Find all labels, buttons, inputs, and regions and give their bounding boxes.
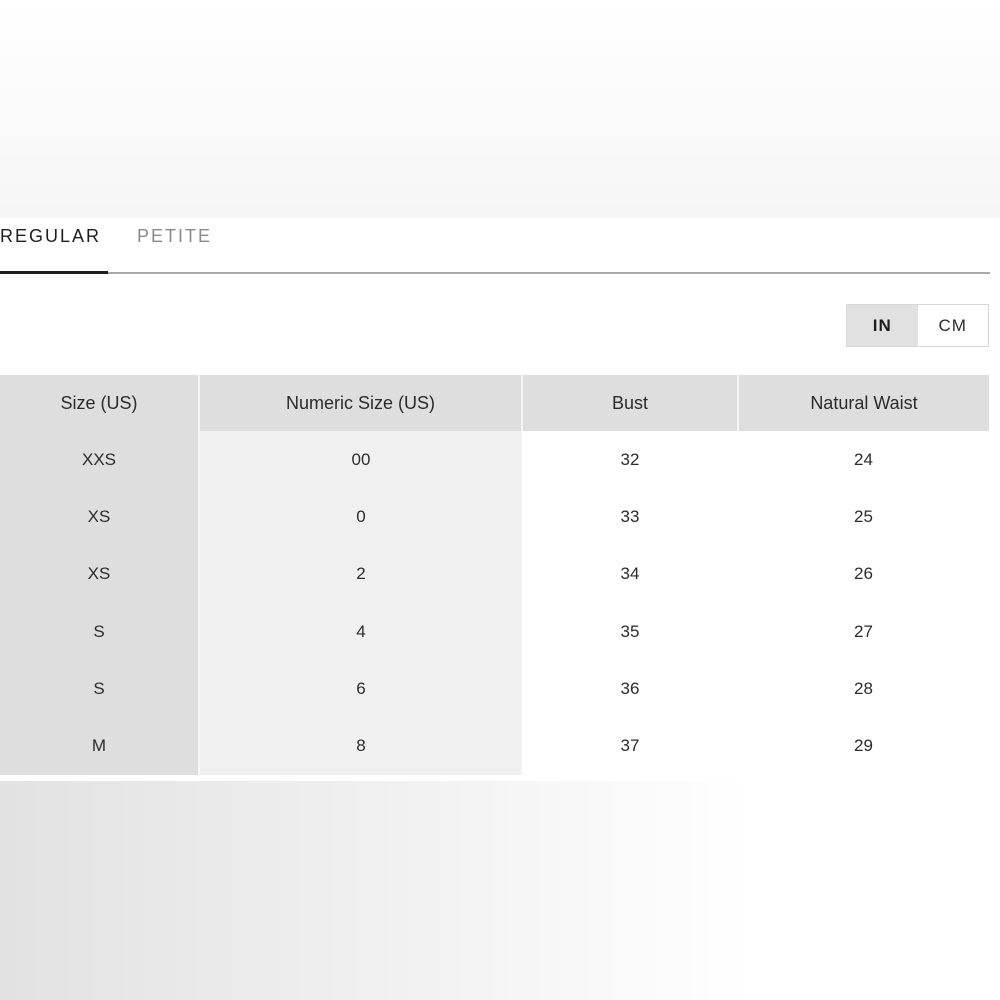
cell-numeric-size: 4: [198, 602, 522, 661]
bottom-backdrop: [0, 781, 1000, 1000]
cell-numeric-size: 6: [198, 660, 522, 718]
header-size-us: Size (US): [0, 375, 199, 431]
cell-natural-waist: 27: [738, 602, 989, 661]
cell-numeric-size: 00: [198, 431, 522, 489]
header-numeric-size-us: Numeric Size (US): [198, 375, 522, 431]
cell-natural-waist: 26: [738, 545, 989, 603]
cell-numeric-size: 8: [198, 717, 522, 775]
table-header-row: Size (US) Numeric Size (US) Bust Natural…: [0, 375, 989, 431]
cell-bust: 36: [522, 660, 738, 718]
size-category-tabs: REGULAR PETITE: [0, 218, 990, 274]
table-row: S 6 36 28: [0, 660, 989, 718]
cell-size: S: [0, 602, 199, 661]
unit-toggle: IN CM: [846, 304, 989, 347]
cell-numeric-size: 2: [198, 545, 522, 603]
header-natural-waist: Natural Waist: [737, 375, 989, 431]
cell-natural-waist: 28: [738, 660, 989, 718]
cell-numeric-size: 0: [198, 488, 522, 546]
top-backdrop: [0, 0, 1000, 218]
cell-natural-waist: 24: [738, 431, 989, 489]
tab-petite[interactable]: PETITE: [137, 218, 212, 274]
table-row: XS 0 33 25: [0, 488, 989, 546]
unit-in-button[interactable]: IN: [847, 305, 918, 346]
table-row: XXS 00 32 24: [0, 431, 989, 489]
cell-bust: 34: [522, 545, 738, 603]
cell-size: XS: [0, 488, 199, 546]
header-bust: Bust: [521, 375, 738, 431]
tab-regular[interactable]: REGULAR: [0, 218, 108, 274]
cell-size: S: [0, 660, 199, 718]
cell-bust: 33: [522, 488, 738, 546]
cell-natural-waist: 29: [738, 717, 989, 775]
cell-bust: 35: [522, 602, 738, 661]
cell-size: XXS: [0, 431, 199, 489]
table-row: M 8 37 29: [0, 717, 989, 775]
cell-bust: 37: [522, 717, 738, 775]
cell-natural-waist: 25: [738, 488, 989, 546]
cell-bust: 32: [522, 431, 738, 489]
unit-cm-button[interactable]: CM: [917, 305, 988, 346]
cell-size: XS: [0, 545, 199, 603]
size-chart-table: Size (US) Numeric Size (US) Bust Natural…: [0, 375, 989, 775]
table-row: XS 2 34 26: [0, 545, 989, 603]
table-row: S 4 35 27: [0, 602, 989, 661]
cell-size: M: [0, 717, 199, 775]
